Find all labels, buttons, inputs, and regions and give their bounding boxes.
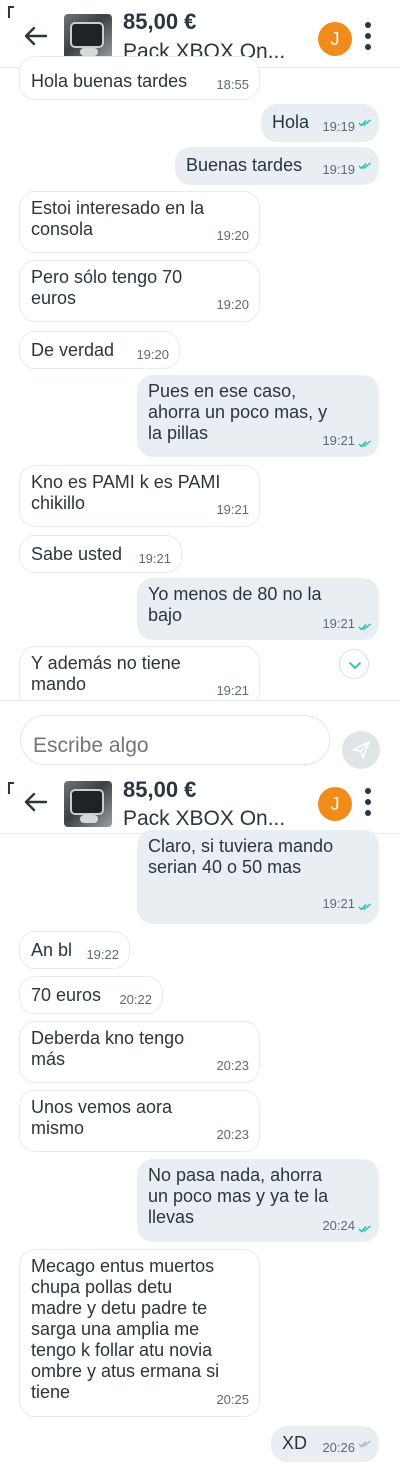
read-receipt-icon	[358, 903, 371, 911]
status-bar-corner	[8, 6, 14, 18]
message-bubble-incoming: Kno es PAMI k es PAMI chikillo 19:21	[19, 465, 260, 527]
message-text: Hola buenas tardes	[31, 71, 188, 91]
read-receipt-icon	[358, 119, 371, 127]
message-text: Buenas tardes	[186, 155, 303, 175]
message-time: 19:21	[216, 683, 249, 698]
message-time: 19:21	[322, 433, 355, 448]
message-text: Pues en ese caso, ahorra un poco mas, y …	[148, 381, 328, 443]
back-arrow-icon[interactable]	[22, 22, 50, 50]
status-bar-corner	[8, 782, 14, 794]
back-arrow-icon[interactable]	[22, 788, 50, 816]
message-time: 20:24	[322, 1218, 355, 1233]
message-bubble-incoming: Hola buenas tardes 18:55	[19, 56, 260, 100]
message-bubble-outgoing: XD 20:26	[271, 1426, 379, 1462]
message-text: Estoi interesado en la consola	[31, 198, 205, 239]
read-receipt-icon	[358, 440, 371, 448]
user-avatar[interactable]: J	[318, 22, 352, 56]
chat-screen-2: 85,00 € Pack XBOX On... J Claro, si tuvi…	[0, 776, 400, 1472]
message-time: 18:55	[216, 77, 249, 92]
user-avatar[interactable]: J	[318, 787, 352, 821]
message-bubble-outgoing: Pues en ese caso, ahorra un poco mas, y …	[137, 375, 379, 457]
message-text: Yo menos de 80 no la bajo	[148, 584, 322, 625]
message-time: 19:19	[322, 162, 355, 177]
message-text: Claro, si tuviera mando serian 40 o 50 m…	[148, 836, 334, 877]
message-time: 19:20	[136, 347, 169, 362]
message-bubble-incoming: An bl 19:22	[19, 931, 130, 969]
message-text: Sabe usted	[31, 544, 123, 564]
message-bubble-incoming: Pero sólo tengo 70 euros 19:20	[19, 260, 260, 322]
message-time: 19:22	[86, 947, 119, 962]
message-time: 19:20	[216, 228, 249, 243]
message-time: 20:23	[216, 1127, 249, 1142]
message-time: 19:21	[216, 502, 249, 517]
message-bubble-outgoing: Claro, si tuviera mando serian 40 o 50 m…	[137, 830, 379, 924]
message-text: Hola	[272, 112, 310, 132]
message-bubble-outgoing: Hola 19:19	[261, 104, 379, 142]
chat-header: 85,00 € Pack XBOX On... J	[0, 776, 400, 834]
message-bubble-incoming: Unos vemos aora mismo 20:23	[19, 1090, 260, 1152]
product-thumbnail[interactable]	[64, 781, 112, 827]
message-bubble-incoming: Estoi interesado en la consola 19:20	[19, 191, 260, 253]
message-text: Deberda kno tengo más	[31, 1028, 185, 1069]
message-bubble-outgoing: No pasa nada, ahorra un poco mas y ya te…	[137, 1159, 379, 1242]
product-title[interactable]: Pack XBOX On...	[123, 807, 285, 831]
message-bubble-incoming: Mecago entus muertos chupa pollas detu m…	[19, 1249, 260, 1417]
message-time: 19:21	[138, 551, 171, 566]
message-bubble-outgoing: Buenas tardes 19:19	[175, 147, 379, 185]
product-price: 85,00 €	[123, 777, 197, 802]
message-text: An bl	[31, 940, 73, 960]
message-time: 19:20	[216, 297, 249, 312]
message-text: Kno es PAMI k es PAMI chikillo	[31, 472, 221, 513]
read-receipt-icon	[358, 162, 371, 170]
message-input[interactable]	[20, 715, 330, 765]
message-composer	[0, 700, 400, 776]
message-text: Y además no tiene mando	[31, 653, 181, 694]
message-bubble-outgoing: Yo menos de 80 no la bajo 19:21	[137, 578, 379, 640]
message-time: 19:19	[322, 119, 355, 134]
product-price: 85,00 €	[123, 9, 197, 34]
send-icon	[352, 741, 370, 759]
message-time: 19:21	[322, 896, 355, 911]
message-time: 20:23	[216, 1058, 249, 1073]
scroll-to-bottom-button[interactable]	[339, 649, 369, 679]
message-text: Pero sólo tengo 70 euros	[31, 267, 183, 308]
message-time: 20:25	[216, 1392, 249, 1407]
message-bubble-incoming: Sabe usted 19:21	[19, 535, 182, 573]
chevron-down-icon	[349, 662, 361, 670]
message-text: De verdad	[31, 340, 115, 360]
read-receipt-icon	[358, 623, 371, 631]
message-time: 19:21	[322, 616, 355, 631]
read-receipt-icon	[358, 1225, 371, 1233]
message-bubble-incoming: De verdad 19:20	[19, 331, 180, 369]
send-button[interactable]	[342, 731, 380, 769]
message-bubble-incoming: Y además no tiene mando 19:21	[19, 646, 260, 708]
message-text: No pasa nada, ahorra un poco mas y ya te…	[148, 1165, 329, 1227]
product-thumbnail[interactable]	[64, 14, 112, 60]
message-bubble-incoming: 70 euros 20:22	[19, 976, 163, 1014]
more-options-icon[interactable]	[362, 22, 374, 52]
message-text: Unos vemos aora mismo	[31, 1097, 173, 1138]
message-time: 20:22	[119, 992, 152, 1007]
message-text: XD	[282, 1433, 308, 1453]
message-bubble-incoming: Deberda kno tengo más 20:23	[19, 1021, 260, 1083]
message-text: 70 euros	[31, 985, 102, 1005]
message-text: Mecago entus muertos chupa pollas detu m…	[31, 1256, 220, 1402]
sent-receipt-icon	[358, 1440, 371, 1448]
message-time: 20:26	[322, 1440, 355, 1455]
chat-screen-1: 85,00 € Pack XBOX On... J Hola buenas ta…	[0, 0, 400, 776]
more-options-icon[interactable]	[362, 788, 374, 818]
